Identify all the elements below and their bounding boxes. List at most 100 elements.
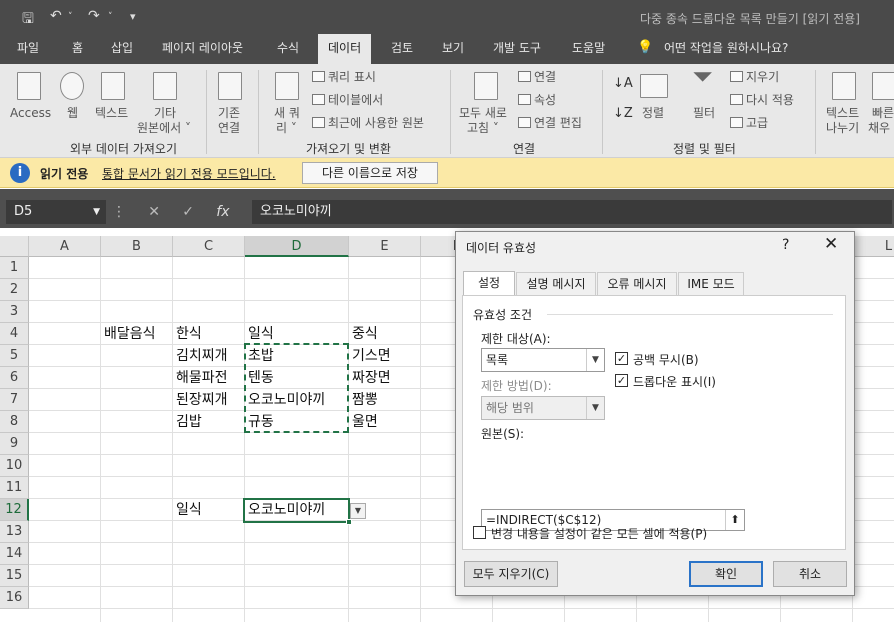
tab-formulas[interactable]: 수식 xyxy=(277,34,299,64)
sort-button[interactable]: 정렬 xyxy=(642,106,664,121)
clear-all-button[interactable]: 모두 지우기(C) xyxy=(464,561,558,587)
web-button[interactable]: 웹 xyxy=(67,106,78,121)
column-header[interactable]: L xyxy=(853,236,894,257)
save-as-button[interactable]: 다른 이름으로 저장 xyxy=(302,162,438,184)
help-icon[interactable]: ? xyxy=(782,237,789,253)
row-header[interactable]: 14 xyxy=(0,543,29,565)
row-header[interactable]: 4 xyxy=(0,323,29,345)
more-icon[interactable]: ⋮ xyxy=(112,204,126,220)
row-header-selected[interactable]: 12 xyxy=(0,499,29,521)
row-header[interactable]: 6 xyxy=(0,367,29,389)
ignore-blank-checkbox[interactable]: ✓ xyxy=(615,352,628,365)
tab-view[interactable]: 보기 xyxy=(442,34,464,64)
cell-e6[interactable]: 짜장면 xyxy=(349,367,391,389)
tab-ime-mode[interactable]: IME 모드 xyxy=(678,272,744,295)
column-header[interactable]: B xyxy=(101,236,173,257)
tab-input-message[interactable]: 설명 메시지 xyxy=(516,272,596,295)
row-header[interactable]: 5 xyxy=(0,345,29,367)
row-header[interactable]: 7 xyxy=(0,389,29,411)
cancel-button[interactable]: 취소 xyxy=(773,561,847,587)
existing-connections-label-2[interactable]: 연결 xyxy=(218,121,240,136)
undo-dropdown-icon[interactable]: ˅ xyxy=(68,12,73,22)
row-header[interactable]: 11 xyxy=(0,477,29,499)
cell-c6[interactable]: 해물파전 xyxy=(173,367,228,389)
column-header[interactable]: C xyxy=(173,236,245,257)
tab-error-alert[interactable]: 오류 메시지 xyxy=(597,272,677,295)
cell-d4[interactable]: 일식 xyxy=(245,323,274,345)
cell-dropdown-button[interactable]: ▼ xyxy=(350,503,366,519)
connections-button[interactable]: 연결 xyxy=(518,70,556,85)
tab-home[interactable]: 홈 xyxy=(72,34,83,64)
tab-settings[interactable]: 설정 xyxy=(463,271,515,296)
message-link[interactable]: 통합 문서가 읽기 전용 모드입니다. xyxy=(102,165,276,182)
new-query-label-1[interactable]: 새 쿼 xyxy=(274,106,300,121)
row-header[interactable]: 8 xyxy=(0,411,29,433)
cell-e5[interactable]: 기스면 xyxy=(349,345,391,367)
apply-all-checkbox[interactable] xyxy=(473,526,486,539)
cell-c8[interactable]: 김밥 xyxy=(173,411,202,433)
save-icon[interactable]: 🖫 xyxy=(22,8,34,32)
in-cell-dropdown-checkbox[interactable]: ✓ xyxy=(615,374,628,387)
cell-c12[interactable]: 일식 xyxy=(173,499,202,521)
refresh-all-label-1[interactable]: 모두 새로 xyxy=(459,106,507,121)
tab-review[interactable]: 검토 xyxy=(391,34,413,64)
row-header[interactable]: 1 xyxy=(0,257,29,279)
name-box[interactable]: D5 ▼ xyxy=(6,200,106,224)
other-sources-label-2[interactable]: 원본에서 ˅ xyxy=(137,121,191,136)
text-button[interactable]: 텍스트 xyxy=(95,106,128,121)
enter-icon[interactable]: ✓ xyxy=(182,204,194,220)
redo-dropdown-icon[interactable]: ˅ xyxy=(108,12,113,22)
cell-c7[interactable]: 된장찌개 xyxy=(173,389,228,411)
close-icon[interactable]: ✕ xyxy=(824,234,838,254)
sort-descending-icon[interactable]: ↓Z xyxy=(613,106,633,121)
column-header-selected[interactable]: D xyxy=(245,236,349,257)
cell-b4[interactable]: 배달음식 xyxy=(101,323,156,345)
sort-ascending-icon[interactable]: ↓A xyxy=(613,76,633,91)
refresh-all-label-2[interactable]: 고침 ˅ xyxy=(467,121,499,136)
tab-page-layout[interactable]: 페이지 레이아웃 xyxy=(162,34,243,64)
clear-filter-button[interactable]: 지우기 xyxy=(730,70,779,85)
select-all-corner[interactable] xyxy=(0,236,29,257)
text-to-columns-label-2[interactable]: 나누기 xyxy=(826,121,859,136)
row-header[interactable]: 2 xyxy=(0,279,29,301)
tab-file[interactable]: 파일 xyxy=(17,34,39,64)
from-table-button[interactable]: 테이블에서 xyxy=(312,93,383,108)
fill-handle[interactable] xyxy=(346,519,352,525)
existing-connections-label-1[interactable]: 기존 xyxy=(218,106,240,121)
column-header[interactable]: E xyxy=(349,236,421,257)
row-header[interactable]: 3 xyxy=(0,301,29,323)
row-header[interactable]: 9 xyxy=(0,433,29,455)
cell-c4[interactable]: 한식 xyxy=(173,323,202,345)
tab-data[interactable]: 데이터 xyxy=(318,34,372,64)
insert-function-icon[interactable]: fx xyxy=(216,204,229,220)
row-header[interactable]: 13 xyxy=(0,521,29,543)
chevron-down-icon[interactable]: ▼ xyxy=(586,349,604,371)
cell-e7[interactable]: 짬뽕 xyxy=(349,389,378,411)
cell-e8[interactable]: 울면 xyxy=(349,411,378,433)
other-sources-label-1[interactable]: 기타 xyxy=(154,106,176,121)
allow-select[interactable]: 목록 ▼ xyxy=(481,348,605,372)
cell-c5[interactable]: 김치찌개 xyxy=(173,345,228,367)
tab-insert[interactable]: 삽입 xyxy=(111,34,133,64)
redo-icon[interactable]: ↷ xyxy=(88,8,100,24)
chevron-down-icon[interactable]: ▼ xyxy=(93,200,100,224)
reapply-button[interactable]: 다시 적용 xyxy=(730,93,794,108)
tab-developer[interactable]: 개발 도구 xyxy=(493,34,541,64)
properties-button[interactable]: 속성 xyxy=(518,93,556,108)
collapse-dialog-icon[interactable]: ⬆ xyxy=(725,510,744,530)
row-header[interactable]: 16 xyxy=(0,587,29,609)
row-header[interactable]: 15 xyxy=(0,565,29,587)
undo-icon[interactable]: ↶ xyxy=(50,8,62,24)
filter-button[interactable]: 필터 xyxy=(693,106,715,121)
flash-fill-label-1[interactable]: 빠른 xyxy=(872,106,894,121)
text-to-columns-label-1[interactable]: 텍스트 xyxy=(826,106,859,121)
show-queries-button[interactable]: 쿼리 표시 xyxy=(312,70,376,85)
formula-input[interactable]: 오코노미야끼 xyxy=(252,200,892,224)
cancel-icon[interactable]: ✕ xyxy=(148,204,160,220)
recent-sources-button[interactable]: 최근에 사용한 원본 xyxy=(312,116,424,131)
column-header[interactable]: A xyxy=(29,236,101,257)
ok-button[interactable]: 확인 xyxy=(689,561,763,587)
advanced-filter-button[interactable]: 고급 xyxy=(730,116,768,131)
cell-e4[interactable]: 중식 xyxy=(349,323,378,345)
tell-me-search[interactable]: 어떤 작업을 원하시나요? xyxy=(664,34,788,64)
